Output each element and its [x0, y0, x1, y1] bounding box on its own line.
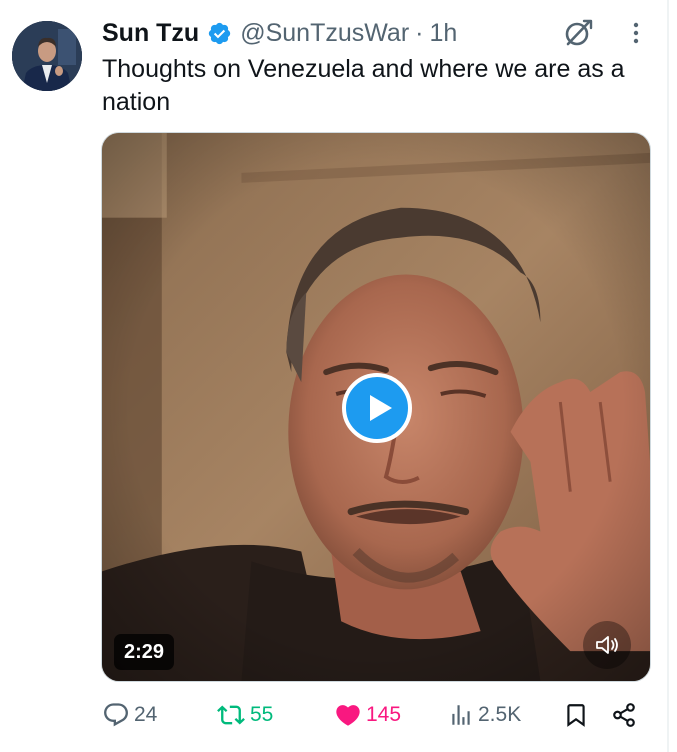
user-handle[interactable]: @SunTzusWar — [240, 19, 409, 48]
tweet-text: Thoughts on Venezuela and where we are a… — [102, 55, 625, 116]
tweet-header: Sun Tzu @SunTzusWar · 1h — [102, 16, 457, 50]
volume-muted-icon — [596, 636, 618, 654]
separator-dot: · — [415, 18, 424, 47]
bookmark-button[interactable] — [563, 700, 589, 730]
retweet-count: 55 — [250, 703, 274, 726]
timeline-border — [667, 0, 669, 752]
more-icon[interactable] — [626, 20, 646, 48]
share-button[interactable] — [611, 700, 637, 730]
mute-button[interactable] — [583, 621, 631, 669]
verified-badge-icon — [207, 21, 232, 46]
display-name[interactable]: Sun Tzu — [102, 19, 199, 48]
like-button[interactable]: 145 — [334, 700, 401, 730]
like-count: 145 — [366, 703, 402, 726]
reply-button[interactable]: 24 — [102, 700, 157, 730]
play-button[interactable] — [342, 373, 412, 443]
tweet-card[interactable]: Sun Tzu @SunTzusWar · 1h Thoughts on Ven… — [0, 0, 677, 752]
video-player[interactable]: 2:29 — [101, 132, 651, 682]
retweet-icon — [217, 705, 245, 725]
views-button[interactable]: 2.5K — [448, 700, 521, 730]
retweet-button[interactable]: 55 — [216, 700, 273, 730]
video-duration: 2:29 — [114, 634, 175, 670]
heart-icon — [336, 705, 360, 726]
reply-icon — [104, 703, 128, 727]
share-icon — [613, 703, 635, 727]
play-icon — [342, 373, 412, 443]
avatar[interactable] — [12, 21, 82, 91]
timestamp[interactable]: 1h — [429, 19, 457, 48]
reply-count: 24 — [134, 703, 158, 726]
bookmark-icon — [567, 704, 585, 727]
views-icon — [452, 705, 470, 725]
view-count: 2.5K — [478, 703, 522, 726]
avatar-image — [12, 21, 82, 91]
grok-icon[interactable] — [562, 17, 594, 49]
